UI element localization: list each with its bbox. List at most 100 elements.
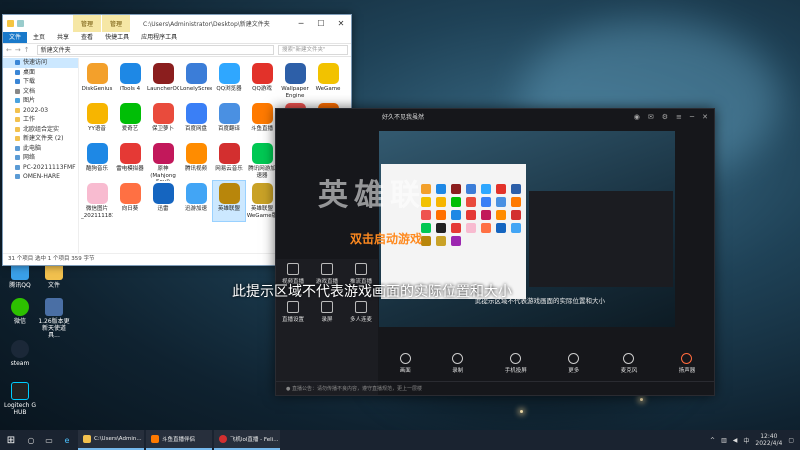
nav-arrows-icon[interactable]: ←→↑ xyxy=(6,46,33,54)
avatar[interactable]: ◉ xyxy=(634,113,640,121)
desktop-icon[interactable]: Logitech G HUB xyxy=(3,382,37,416)
nav-item[interactable]: PC-20211113FMF xyxy=(3,163,78,173)
file-item[interactable]: DiskGenius xyxy=(81,61,113,101)
file-item[interactable]: 酷狗音乐 xyxy=(81,141,113,181)
context-tab-manage[interactable]: 管理 xyxy=(73,15,102,32)
stream-tool-panel: 视频直播 游戏直播 推流直播 直播设置 录屏 多人连麦 xyxy=(276,259,378,395)
tool-button[interactable]: 多人连麦 xyxy=(344,301,378,323)
window-title: C:\Users\Administrator\Desktop\新建文件夹 xyxy=(143,21,270,28)
desktop-icon[interactable]: 腾讯QQ xyxy=(3,262,37,289)
close-button[interactable]: ✕ xyxy=(331,15,351,32)
preview-icon xyxy=(466,197,476,207)
launch-game-hint[interactable]: 双击启动游戏 xyxy=(350,230,422,247)
desktop-icon[interactable]: steam xyxy=(3,340,37,367)
nav-item[interactable]: 2022-03 xyxy=(3,106,78,116)
network-icon[interactable]: ▥ xyxy=(721,437,727,444)
phone-cast-button[interactable]: 手机投屏 xyxy=(505,353,527,374)
file-item[interactable]: 迅雷 xyxy=(147,181,179,221)
clock[interactable]: 12:40 2022/4/4 xyxy=(755,433,782,447)
file-item[interactable]: 微信图片_20211118160722 xyxy=(81,181,113,221)
app-icon xyxy=(119,183,141,204)
nav-item[interactable]: 桌面 xyxy=(3,68,78,78)
nav-item[interactable]: 北欧组合定实 xyxy=(3,125,78,135)
file-item[interactable]: QQ浏览器 xyxy=(213,61,245,101)
file-item[interactable]: 向日葵 xyxy=(114,181,146,221)
tool-button[interactable]: 录屏 xyxy=(310,301,344,323)
file-label: 网易云音乐 xyxy=(215,166,243,172)
address-bar[interactable]: 新建文件夹 xyxy=(36,45,274,55)
ribbon-tab-file[interactable]: 文件 xyxy=(3,32,28,43)
streaming-app-window[interactable]: 好久不见我虽然 ◉ ✉ ⚙ ≡ ─ ✕ 此提示区域不代表游戏画面的实际位置和大小… xyxy=(275,108,715,396)
ribbon-tab-share[interactable]: 共享 xyxy=(51,32,75,43)
chevron-up-icon[interactable]: ^ xyxy=(710,437,715,444)
nav-item[interactable]: 文档 xyxy=(3,87,78,97)
folder-icon xyxy=(15,136,20,141)
volume-icon[interactable]: ◀ xyxy=(733,437,738,444)
minimize-button[interactable]: ─ xyxy=(690,113,694,121)
app-icon xyxy=(152,143,174,164)
nav-item[interactable]: OMEN-HARE xyxy=(3,172,78,182)
file-item[interactable]: 迅游加速 xyxy=(180,181,212,221)
more-button[interactable]: 更多 xyxy=(568,353,579,374)
edge-icon[interactable]: e xyxy=(58,430,76,450)
nav-item[interactable]: 下载 xyxy=(3,77,78,87)
quick-access-toolbar[interactable] xyxy=(3,15,73,32)
file-item[interactable]: 斗鱼直播 xyxy=(246,101,278,141)
ribbon-tab-view[interactable]: 查看 xyxy=(75,32,99,43)
file-item[interactable]: YY语音 xyxy=(81,101,113,141)
file-item[interactable]: 百度网盘 xyxy=(180,101,212,141)
ime-indicator[interactable]: 中 xyxy=(743,436,749,445)
minimize-button[interactable]: ─ xyxy=(291,15,311,32)
file-item[interactable]: 爱奇艺 xyxy=(114,101,146,141)
settings-icon[interactable]: ⚙ xyxy=(662,113,668,121)
file-item[interactable]: LonelyScreen xyxy=(180,61,212,101)
tool-button[interactable]: 直播设置 xyxy=(276,301,310,323)
record-button[interactable]: 录制 xyxy=(452,353,463,374)
taskbar-item[interactable]: C:\Users\Admin... xyxy=(78,430,144,450)
file-item[interactable]: iTools 4 xyxy=(114,61,146,101)
file-item[interactable]: 腾讯网游加速器 xyxy=(246,141,278,181)
nav-item[interactable]: 图片 xyxy=(3,96,78,106)
search-icon[interactable]: ○ xyxy=(22,430,40,450)
ribbon-tab-shortcut-tools[interactable]: 快捷工具 xyxy=(99,32,135,43)
taskbar-item[interactable]: 斗鱼直播伴侣 xyxy=(146,430,212,450)
notification-icon[interactable]: ▢ xyxy=(788,437,794,444)
context-tab-manage-app[interactable]: 管理 xyxy=(102,15,131,32)
file-item[interactable]: WeGame xyxy=(312,61,344,101)
taskbar-item[interactable]: 飞机lol直播 - Feli... xyxy=(214,430,280,450)
close-button[interactable]: ✕ xyxy=(702,113,708,121)
nav-item[interactable]: 快速访问 xyxy=(3,58,78,68)
nav-item[interactable]: 工作 xyxy=(3,115,78,125)
file-item[interactable]: 雷电模拟器 xyxy=(114,141,146,181)
file-item[interactable]: 腾讯视频 xyxy=(180,141,212,181)
ribbon-tabs[interactable]: 文件 主页 共享 查看 快捷工具 应用程序工具 xyxy=(3,32,351,43)
preview-icon xyxy=(481,223,491,233)
task-view-icon[interactable]: ▭ xyxy=(40,430,58,450)
desktop-icon[interactable]: 文件 xyxy=(37,262,71,289)
file-item[interactable]: 网易云音乐 xyxy=(213,141,245,181)
search-input[interactable]: 搜索"新建文件夹" xyxy=(278,45,348,55)
nav-item[interactable]: 网络 xyxy=(3,153,78,163)
maximize-button[interactable]: ☐ xyxy=(311,15,331,32)
file-item[interactable]: Wallpaper Engine xyxy=(279,61,311,101)
file-item[interactable]: LauncherOC.exe xyxy=(147,61,179,101)
ribbon-tab-home[interactable]: 主页 xyxy=(27,32,51,43)
menu-icon[interactable]: ≡ xyxy=(676,113,682,121)
file-item[interactable]: 英雄联盟WeGame版 xyxy=(246,181,278,221)
file-item[interactable]: 原神(Mahjong Soul) xyxy=(147,141,179,181)
desktop-icon[interactable]: 1.26版本更新天使道具... xyxy=(37,298,71,339)
file-item[interactable]: 百度翻译 xyxy=(213,101,245,141)
file-item[interactable]: 保卫萝卜 xyxy=(147,101,179,141)
nav-item[interactable]: 此电脑 xyxy=(3,144,78,154)
scene-button[interactable]: 画面 xyxy=(399,353,411,374)
mic-button[interactable]: 麦克风 xyxy=(621,353,637,374)
speaker-button[interactable]: 扬声器 xyxy=(679,353,695,374)
nav-item[interactable]: 新建文件夹 (2) xyxy=(3,134,78,144)
file-item[interactable]: QQ游戏 xyxy=(246,61,278,101)
windows-start-icon[interactable]: ⊞ xyxy=(0,435,22,446)
file-item[interactable]: 英雄联盟 xyxy=(212,180,246,222)
ribbon-tab-app-tools[interactable]: 应用程序工具 xyxy=(135,32,183,43)
desktop-icon[interactable]: 微信 xyxy=(3,298,37,325)
explorer-titlebar[interactable]: 管理 管理 C:\Users\Administrator\Desktop\新建文… xyxy=(3,15,351,32)
message-icon[interactable]: ✉ xyxy=(648,113,654,121)
